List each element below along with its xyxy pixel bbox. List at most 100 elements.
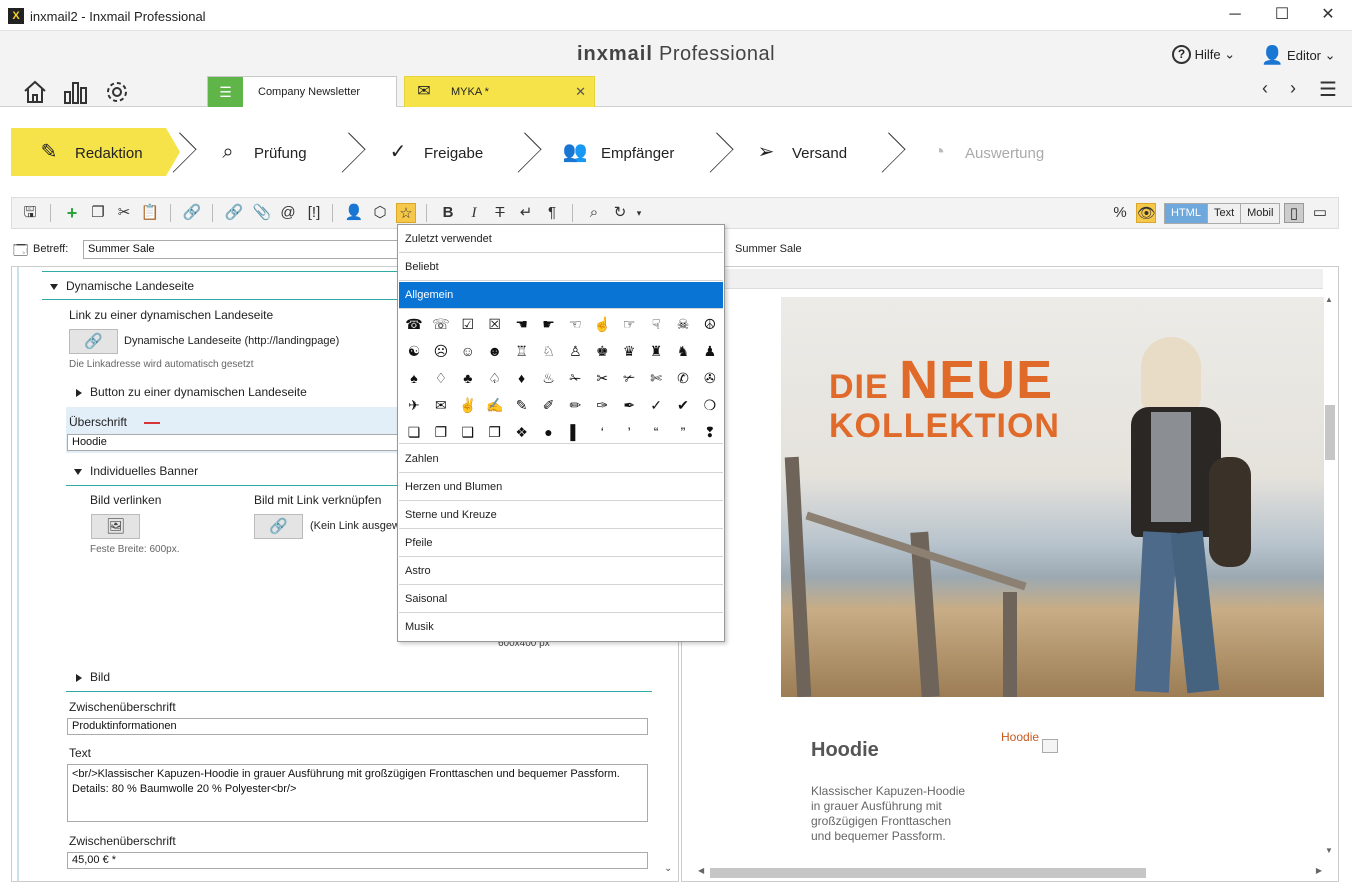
- section-dynamic-landing[interactable]: Dynamische Landeseite: [50, 279, 194, 293]
- symbol-cell[interactable]: ❏: [402, 420, 426, 444]
- horizontal-scroll-thumb[interactable]: [710, 868, 1146, 878]
- product-link[interactable]: Hoodie: [1001, 730, 1039, 744]
- symbol-cell[interactable]: ✈: [402, 393, 426, 417]
- symbol-cell[interactable]: ❐: [429, 420, 453, 444]
- add-icon[interactable]: +: [62, 203, 82, 223]
- horizontal-scrollbar[interactable]: ◀ ▶: [698, 866, 1322, 879]
- symbol-cell[interactable]: ‘: [590, 420, 614, 444]
- menu-item-general[interactable]: Allgemein: [399, 282, 723, 309]
- symbol-cell[interactable]: ♘: [537, 339, 561, 363]
- step-freigabe[interactable]: ✓ Freigabe: [384, 128, 484, 176]
- symbol-cell[interactable]: ♣: [456, 366, 480, 390]
- menu-item-stars-crosses[interactable]: Sterne und Kreuze: [399, 502, 723, 529]
- link-check-icon[interactable]: 🔗: [182, 203, 202, 223]
- italic-icon[interactable]: I: [464, 203, 484, 223]
- tab-myka[interactable]: ✉ MYKA * ✕: [404, 76, 595, 107]
- strikethrough-icon[interactable]: T: [490, 203, 510, 223]
- copy-icon[interactable]: ❐: [88, 203, 108, 223]
- attachment-icon[interactable]: 📎: [252, 203, 272, 223]
- step-versand[interactable]: ➢ Versand: [752, 128, 847, 176]
- close-icon[interactable]: ✕: [1317, 5, 1339, 25]
- menu-item-music[interactable]: Musik: [399, 614, 723, 641]
- menu-item-popular[interactable]: Beliebt: [399, 254, 723, 281]
- scroll-down-icon[interactable]: ▼: [1325, 846, 1333, 855]
- text-area[interactable]: <br/>Klassischer Kapuzen-Hoodie in graue…: [67, 764, 648, 822]
- symbol-cell[interactable]: ☮: [698, 312, 722, 336]
- symbol-cell[interactable]: ♨: [537, 366, 561, 390]
- image-select-button[interactable]: 🖼: [91, 514, 140, 539]
- symbol-cell[interactable]: ☜: [563, 312, 587, 336]
- symbol-cell[interactable]: ♤: [483, 366, 507, 390]
- remove-icon[interactable]: [144, 422, 160, 424]
- symbol-cell[interactable]: ’: [617, 420, 641, 444]
- symbol-cell[interactable]: ♚: [590, 339, 614, 363]
- line-break-icon[interactable]: ↵: [516, 203, 536, 223]
- symbol-cell[interactable]: ✉: [429, 393, 453, 417]
- symbol-cell[interactable]: ♢: [429, 366, 453, 390]
- symbol-cell[interactable]: ☻: [483, 339, 507, 363]
- symbol-cell[interactable]: ●: [537, 420, 561, 444]
- landing-link-button[interactable]: 🔗: [69, 329, 118, 354]
- symbol-cell[interactable]: ✄: [644, 366, 668, 390]
- device-portrait-icon[interactable]: ▯: [1284, 203, 1304, 223]
- symbol-cell[interactable]: ✍: [483, 393, 507, 417]
- chevron-left-icon[interactable]: ‹: [1262, 78, 1268, 99]
- symbol-cell[interactable]: ☞: [617, 312, 641, 336]
- menu-item-astro[interactable]: Astro: [399, 558, 723, 585]
- symbol-cell[interactable]: ❑: [456, 420, 480, 444]
- image-link-button[interactable]: 🔗: [254, 514, 303, 539]
- symbol-cell[interactable]: ✑: [590, 393, 614, 417]
- symbol-cell[interactable]: ☝: [590, 312, 614, 336]
- box-icon[interactable]: ⬡: [370, 203, 390, 223]
- section-image[interactable]: Bild: [76, 670, 110, 684]
- gear-icon[interactable]: [104, 79, 130, 108]
- paragraph-icon[interactable]: ¶: [542, 203, 562, 223]
- user-menu[interactable]: 👤 Editor ⌄: [1261, 45, 1336, 66]
- menu-item-seasonal[interactable]: Saisonal: [399, 586, 723, 613]
- chevron-right-icon[interactable]: ›: [1290, 78, 1296, 99]
- symbol-cell[interactable]: ✇: [698, 366, 722, 390]
- subheading1-input[interactable]: Produktinformationen: [67, 718, 648, 735]
- statistics-icon[interactable]: [63, 79, 89, 108]
- symbol-cell[interactable]: ✆: [671, 366, 695, 390]
- symbol-cell[interactable]: ☠: [671, 312, 695, 336]
- symbol-cell[interactable]: ☺: [456, 339, 480, 363]
- subheading2-input[interactable]: 45,00 € *: [67, 852, 648, 869]
- symbol-cell[interactable]: ✔: [671, 393, 695, 417]
- symbol-cell[interactable]: ☛: [537, 312, 561, 336]
- symbol-cell[interactable]: ✏: [563, 393, 587, 417]
- symbol-cell[interactable]: ✎: [510, 393, 534, 417]
- menu-item-hearts-flowers[interactable]: Herzen und Blumen: [399, 474, 723, 501]
- cut-icon[interactable]: ✂: [114, 203, 134, 223]
- symbol-cell[interactable]: ❒: [483, 420, 507, 444]
- paste-icon[interactable]: 📋: [140, 203, 160, 223]
- symbol-cell[interactable]: ❍: [698, 393, 722, 417]
- step-redaktion[interactable]: ✎ Redaktion: [11, 128, 180, 176]
- section-individual-banner[interactable]: Individuelles Banner: [74, 464, 198, 478]
- view-html-button[interactable]: HTML: [1165, 204, 1208, 223]
- symbol-cell[interactable]: ☏: [429, 312, 453, 336]
- view-text-button[interactable]: Text: [1207, 204, 1242, 223]
- home-icon[interactable]: [22, 79, 48, 108]
- symbol-cell[interactable]: ✐: [537, 393, 561, 417]
- percent-tool-icon[interactable]: %: [1110, 203, 1130, 223]
- symbol-cell[interactable]: ✂: [590, 366, 614, 390]
- close-tab-icon[interactable]: ✕: [575, 77, 586, 107]
- at-sign-icon[interactable]: @: [278, 203, 298, 223]
- subject-input[interactable]: Summer Sale: [83, 240, 399, 259]
- symbol-cell[interactable]: ♙: [563, 339, 587, 363]
- symbol-cell[interactable]: ✒: [617, 393, 641, 417]
- scroll-left-icon[interactable]: ◀: [698, 866, 704, 875]
- scroll-up-icon[interactable]: ▲: [1325, 295, 1333, 304]
- symbol-cell[interactable]: ✃: [617, 366, 641, 390]
- menu-item-numbers[interactable]: Zahlen: [399, 446, 723, 473]
- symbol-cell[interactable]: ♦: [510, 366, 534, 390]
- tab-company-newsletter[interactable]: ☰ Company Newsletter: [207, 76, 397, 107]
- symbol-cell[interactable]: ▌: [563, 420, 587, 444]
- symbol-cell[interactable]: ☟: [644, 312, 668, 336]
- personalization-icon[interactable]: 👤: [344, 203, 364, 223]
- hamburger-menu-icon[interactable]: ☰: [1319, 77, 1337, 102]
- dropdown-arrow-icon[interactable]: ▾: [634, 203, 644, 223]
- help-menu[interactable]: ? Hilfe ⌄: [1172, 45, 1235, 64]
- symbol-cell[interactable]: ♠: [402, 366, 426, 390]
